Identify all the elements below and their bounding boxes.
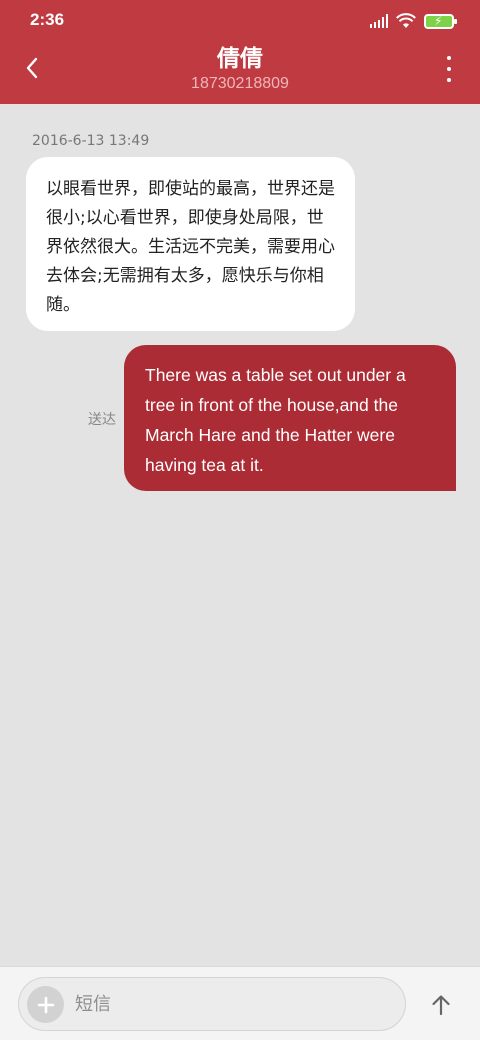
status-time: 2:36 (30, 10, 65, 29)
incoming-message-bubble[interactable]: 以眼看世界，即使站的最高，世界还是很小;以心看世界，即使身处局限，世界依然很大。… (26, 157, 355, 331)
signal-icon (370, 14, 388, 28)
battery-icon: ⚡ (424, 13, 457, 29)
contact-number: 18730218809 (191, 75, 289, 92)
plus-icon (37, 996, 54, 1013)
arrow-up-icon (432, 995, 450, 1016)
message-input-container (18, 977, 406, 1031)
wifi-icon (396, 13, 416, 28)
outgoing-message-bubble[interactable]: There was a table set out under a tree i… (124, 345, 456, 491)
contact-name: 倩倩 (217, 46, 263, 72)
more-dot-icon (447, 56, 451, 60)
conversation-title: 倩倩 18730218809 (0, 44, 480, 94)
status-icons: ⚡ (370, 12, 457, 30)
charging-bolt-icon: ⚡ (434, 13, 443, 28)
message-timestamp: 2016-6-13 13:49 (32, 133, 150, 149)
message-input[interactable] (75, 978, 385, 1030)
more-options-button[interactable] (444, 56, 454, 82)
send-button[interactable] (424, 988, 458, 1022)
more-dot-icon (447, 67, 451, 71)
status-bar: 2:36 ⚡ (0, 0, 480, 40)
delivery-status: 送达 (88, 412, 116, 428)
app-header: 2:36 ⚡ 倩倩 18730218809 (0, 0, 480, 104)
compose-bar (0, 966, 480, 1040)
attach-button[interactable] (27, 986, 64, 1023)
more-dot-icon (447, 78, 451, 82)
